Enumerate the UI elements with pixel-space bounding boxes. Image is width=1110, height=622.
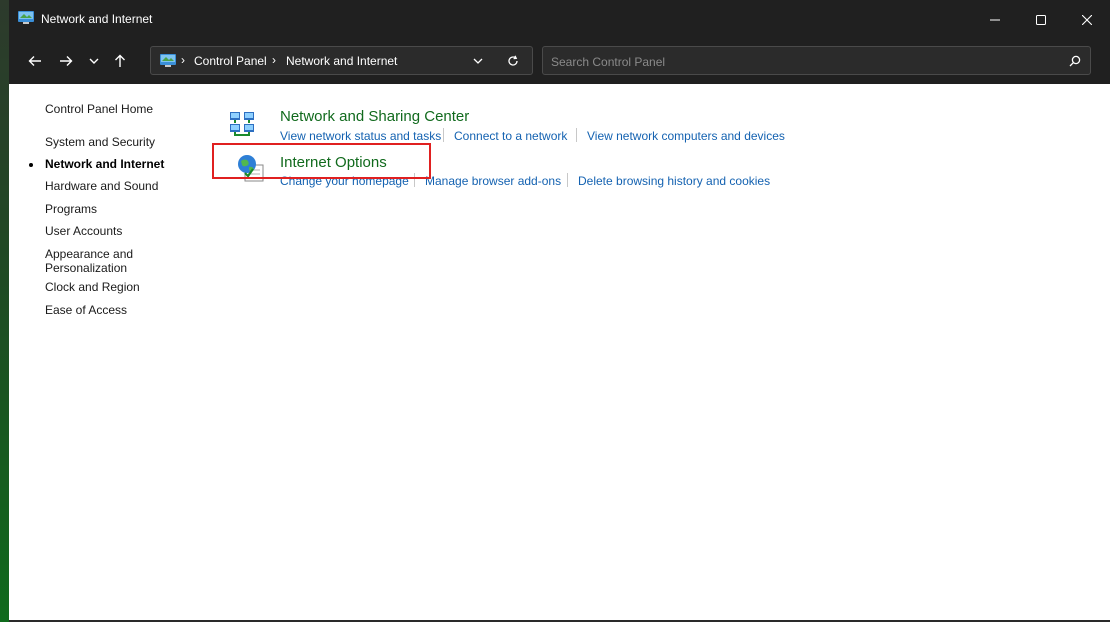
sidebar: Control Panel Home System and Security N… (9, 84, 209, 622)
network-folder-icon (18, 11, 34, 24)
breadcrumb-separator: › (181, 53, 185, 67)
search-box[interactable] (542, 46, 1091, 75)
sidebar-item-appearance-and[interactable]: Appearance and (45, 248, 133, 261)
delete-browsing-history-link[interactable]: Delete browsing history and cookies (578, 174, 770, 188)
refresh-icon (508, 55, 518, 66)
sidebar-item-clock-and-region[interactable]: Clock and Region (45, 281, 140, 294)
address-dropdown-button[interactable] (466, 50, 490, 72)
up-button[interactable] (108, 48, 132, 74)
sidebar-item-system-and-security[interactable]: System and Security (45, 136, 155, 149)
sidebar-item-network-and-internet[interactable]: Network and Internet (45, 158, 164, 171)
window-title: Network and Internet (41, 12, 153, 26)
link-separator (576, 128, 577, 142)
breadcrumb-separator: › (272, 53, 276, 67)
close-icon (1082, 15, 1092, 25)
connect-to-network-link[interactable]: Connect to a network (454, 129, 567, 143)
chevron-down-icon (473, 58, 483, 64)
sidebar-item-hardware-and-sound[interactable]: Hardware and Sound (45, 180, 158, 193)
control-panel-window: Network and Internet › Control Panel › N… (9, 0, 1110, 622)
search-button[interactable] (1066, 52, 1084, 70)
active-bullet (29, 163, 33, 167)
arrow-up-icon (115, 54, 125, 67)
main-content: Network and Sharing Center View network … (209, 84, 1110, 622)
title-bar: Network and Internet (9, 0, 1110, 40)
minimize-button[interactable] (972, 0, 1018, 40)
arrow-right-icon (60, 56, 73, 66)
search-input[interactable] (549, 50, 1053, 73)
maximize-icon (1036, 15, 1046, 25)
maximize-button[interactable] (1018, 0, 1064, 40)
link-separator (567, 173, 568, 187)
sidebar-item-personalization[interactable]: Personalization (45, 262, 127, 275)
breadcrumb-control-panel[interactable]: Control Panel (194, 54, 267, 68)
search-icon (1069, 55, 1081, 67)
arrow-left-icon (28, 56, 41, 66)
sidebar-item-user-accounts[interactable]: User Accounts (45, 225, 122, 238)
link-separator (443, 128, 444, 142)
network-folder-icon (160, 54, 176, 67)
close-button[interactable] (1064, 0, 1110, 40)
view-network-computers-link[interactable]: View network computers and devices (587, 129, 785, 143)
sidebar-item-programs[interactable]: Programs (45, 203, 97, 216)
navigation-bar: › Control Panel › Network and Internet (9, 40, 1110, 84)
forward-button[interactable] (54, 48, 78, 74)
chevron-down-icon (89, 58, 99, 64)
back-button[interactable] (23, 48, 47, 74)
desktop-background (0, 0, 9, 622)
network-and-sharing-center-link[interactable]: Network and Sharing Center (280, 108, 469, 125)
highlight-box (212, 143, 431, 179)
view-network-status-link[interactable]: View network status and tasks (280, 129, 441, 143)
recent-locations-button[interactable] (82, 48, 106, 74)
manage-browser-addons-link[interactable]: Manage browser add-ons (425, 174, 561, 188)
sidebar-item-ease-of-access[interactable]: Ease of Access (45, 304, 127, 317)
sidebar-item-control-panel-home[interactable]: Control Panel Home (45, 103, 153, 116)
network-sharing-center-icon[interactable] (227, 109, 259, 141)
breadcrumb-network-and-internet[interactable]: Network and Internet (286, 54, 397, 68)
address-bar[interactable]: › Control Panel › Network and Internet (150, 46, 533, 75)
refresh-button[interactable] (501, 50, 525, 72)
minimize-icon (990, 19, 1000, 21)
